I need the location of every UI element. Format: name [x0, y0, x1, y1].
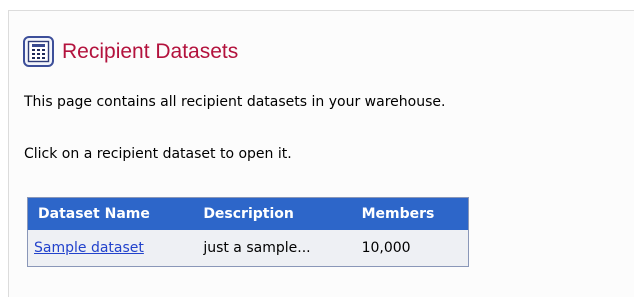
- hint-text: Click on a recipient dataset to open it.: [24, 146, 292, 162]
- intro-text: This page contains all recipient dataset…: [24, 94, 446, 110]
- page-header: Recipient Datasets: [23, 33, 238, 69]
- datasets-table: Dataset Name Description Members Sample …: [27, 197, 469, 267]
- dataset-link[interactable]: Sample dataset: [34, 240, 144, 256]
- table-header-row: Dataset Name Description Members: [27, 197, 469, 230]
- description-cell: just a sample...: [196, 230, 355, 267]
- members-cell: 10,000: [354, 230, 469, 267]
- column-header-members: Members: [354, 197, 469, 230]
- table-row: Sample dataset just a sample... 10,000: [27, 230, 469, 267]
- column-header-dataset-name: Dataset Name: [27, 197, 197, 230]
- dataset-name-cell: Sample dataset: [27, 230, 197, 267]
- dataset-grid-icon: [23, 35, 54, 67]
- column-header-description: Description: [196, 197, 355, 230]
- page-title: Recipient Datasets: [62, 39, 239, 63]
